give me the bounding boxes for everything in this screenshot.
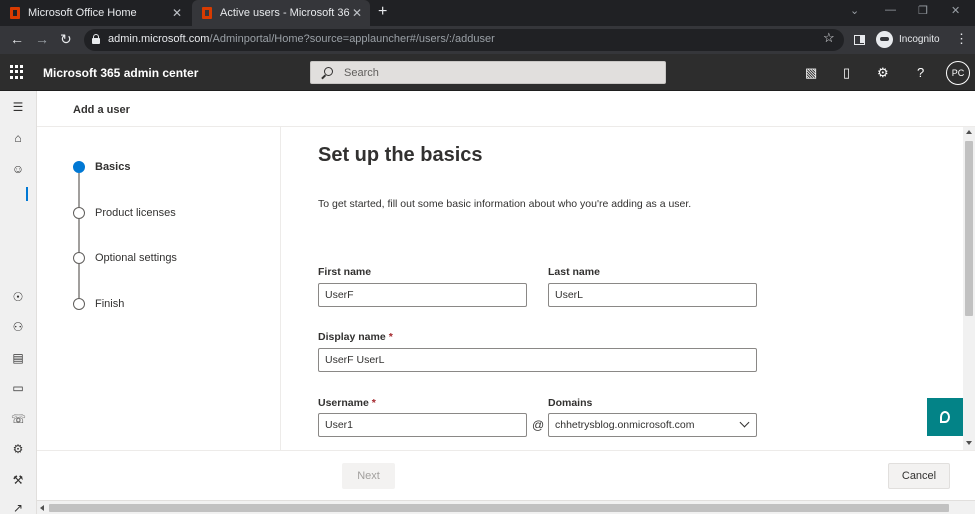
side-panel-icon[interactable] [854,35,865,45]
tab-title: Active users - Microsoft 365 admin [220,7,350,19]
first-name-label: First name [318,266,372,278]
groups-icon[interactable]: ☉ [11,290,25,304]
devices-icon[interactable]: ▤ [11,351,25,365]
hamburger-menu-icon[interactable]: ☰ [11,100,25,114]
first-name-field[interactable]: UserF [318,283,527,307]
required-marker: * [371,397,376,409]
app-launcher-icon[interactable] [10,65,24,79]
back-arrow-icon[interactable]: ← [10,31,24,47]
page-title: Set up the basics [318,144,483,166]
setup-wrench-icon[interactable]: ⚒ [11,473,25,487]
office-logo-icon [10,7,20,19]
domains-select[interactable]: chhetrysblog.onmicrosoft.com [548,413,757,437]
office-logo-icon [202,7,212,19]
user-icon[interactable]: ☺ [11,162,25,176]
chat-bubble-icon [940,411,950,423]
username-label: Username * [318,397,376,409]
step-indicator-optional-settings [73,252,85,264]
domains-selected-value: chhetrysblog.onmicrosoft.com [555,419,695,431]
scroll-left-arrow-icon[interactable] [40,505,44,511]
browser-menu-icon[interactable]: ⋮ [955,31,968,47]
window-close-button[interactable]: ✕ [951,4,960,17]
bookmark-star-icon[interactable]: ☆ [823,30,835,46]
support-headset-icon[interactable]: ☏ [11,412,26,426]
nav-selection-indicator [26,187,28,201]
cast-icon[interactable]: ▧ [805,65,817,81]
suite-header: Microsoft 365 admin center Search [0,54,975,91]
step-finish[interactable]: Finish [95,298,124,310]
reports-icon[interactable]: ↗ [11,501,25,514]
step-indicator-basics [73,161,85,173]
close-icon[interactable]: ✕ [350,6,364,20]
reload-icon[interactable]: ↻ [60,31,72,48]
step-basics[interactable]: Basics [95,161,130,173]
step-indicator-finish [73,298,85,310]
display-name-label-text: Display name [318,331,386,343]
wizard-steps: Basics Product licenses Optional setting… [37,127,281,450]
app-title[interactable]: Microsoft 365 admin center [43,66,198,80]
scrollbar-thumb[interactable] [49,504,949,512]
search-input[interactable]: Search [310,61,666,84]
cancel-button[interactable]: Cancel [888,463,950,489]
username-label-text: Username [318,397,369,409]
display-name-field[interactable]: UserF UserL [318,348,757,372]
last-name-label: Last name [548,266,600,278]
scroll-up-arrow-icon[interactable] [966,130,972,134]
new-tab-button[interactable]: + [378,3,387,21]
profile-label[interactable]: Incognito [899,34,940,45]
intro-text: To get started, fill out some basic info… [318,198,692,210]
tab-search-icon[interactable]: ⌄ [850,4,859,17]
maximize-button[interactable]: ❐ [918,4,928,17]
incognito-icon[interactable] [876,31,893,48]
step-connector [78,264,80,298]
search-placeholder: Search [344,67,379,79]
step-connector [78,219,80,253]
billing-icon[interactable]: ▭ [11,381,25,395]
minimize-button[interactable]: — [885,4,896,16]
tab-office-home[interactable]: Microsoft Office Home ✕ [0,0,190,26]
url-text: admin.microsoft.com/Adminportal/Home?sou… [108,33,495,45]
required-marker: * [388,331,393,343]
at-sign: @ [532,418,545,432]
left-nav-rail: ☰ ⌂ ☺ ☉ ⚇ ▤ ▭ ☏ ⚙ ⚒ ↗ [0,91,37,514]
help-icon[interactable]: ? [917,65,924,80]
domains-label: Domains [548,397,593,409]
home-icon[interactable]: ⌂ [11,131,25,145]
horizontal-scrollbar[interactable] [37,500,975,514]
gear-icon[interactable]: ⚙ [877,65,889,81]
panel-footer: Next Cancel [37,450,975,500]
panel-header: Add a user [37,91,975,127]
display-name-label: Display name * [318,331,393,343]
scrollbar-thumb[interactable] [965,141,973,316]
close-icon[interactable]: ✕ [170,6,184,20]
url-host: admin.microsoft.com [108,33,210,45]
screen: Microsoft Office Home ✕ Active users - M… [0,0,975,514]
url-bar[interactable]: admin.microsoft.com/Adminportal/Home?sou… [84,29,844,51]
form-content: Set up the basics To get started, fill o… [281,127,963,450]
lock-icon [92,34,100,44]
step-optional-settings[interactable]: Optional settings [95,252,177,264]
forward-arrow-icon[interactable]: → [35,31,49,47]
next-button[interactable]: Next [342,463,395,489]
username-field[interactable]: User1 [318,413,527,437]
help-chat-button[interactable] [927,398,963,436]
step-connector [78,173,80,207]
tab-title: Microsoft Office Home [28,7,137,19]
panel-title: Add a user [73,104,130,116]
settings-icon[interactable]: ⚙ [11,442,25,456]
scroll-down-arrow-icon[interactable] [966,441,972,445]
vertical-scrollbar[interactable] [963,127,975,450]
step-product-licenses[interactable]: Product licenses [95,207,176,219]
url-path: /Adminportal/Home?source=applauncher#/us… [209,33,495,45]
mobile-app-icon[interactable]: ▯ [843,65,850,81]
tab-active-users[interactable]: Active users - Microsoft 365 admin ✕ [192,0,370,26]
browser-tabstrip: Microsoft Office Home ✕ Active users - M… [0,0,975,26]
user-settings-icon[interactable]: ⚇ [11,320,25,334]
avatar[interactable]: PC [946,61,970,85]
last-name-field[interactable]: UserL [548,283,757,307]
step-indicator-product-licenses [73,207,85,219]
search-icon [324,67,333,76]
